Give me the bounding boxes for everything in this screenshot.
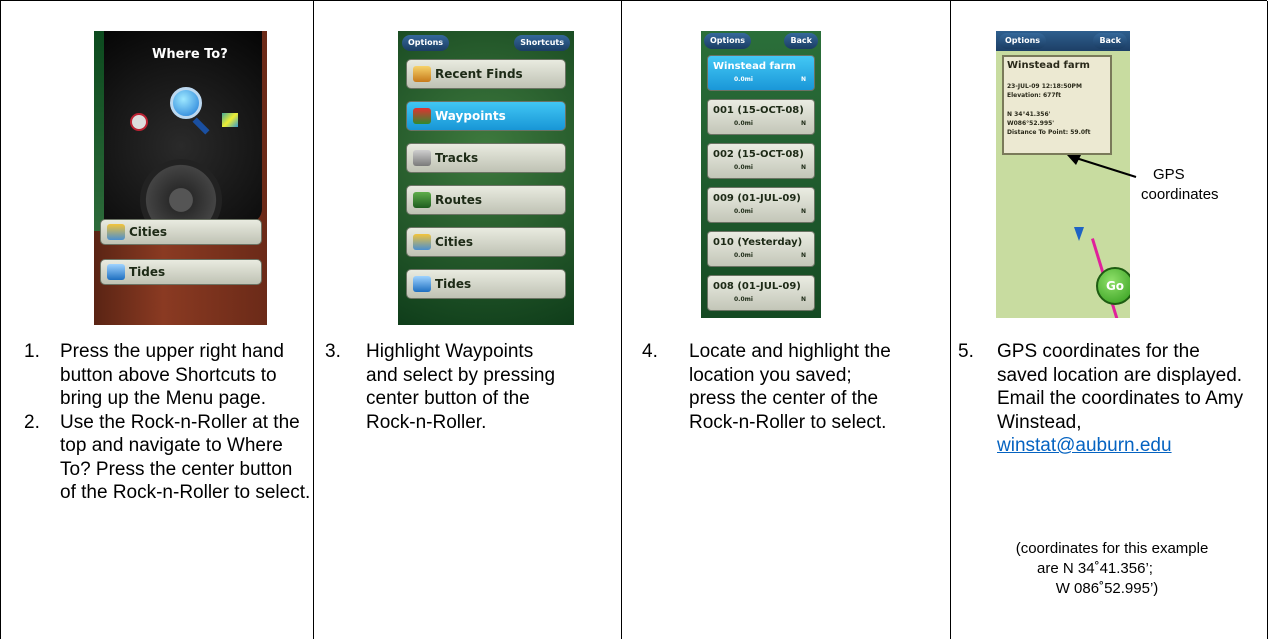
waypoint-distance: 0.0mi [734, 208, 753, 215]
menu-item-cities[interactable]: Cities [100, 219, 262, 245]
callout-label: GPS coordinates [1141, 165, 1267, 205]
step-item: 4. Locate and highlight the location you… [642, 340, 942, 434]
tracks-icon [413, 150, 431, 166]
menu-item-label: Routes [435, 193, 483, 207]
waypoint-name: 002 (15-OCT-08) [713, 149, 804, 160]
menu-item-routes[interactable]: Routes [406, 185, 566, 215]
cities-icon [107, 224, 125, 240]
step-text: Use the Rock-n-Roller at the top and nav… [60, 411, 311, 504]
waypoint-name: 010 (Yesterday) [713, 237, 803, 248]
menu-item-recent-finds[interactable]: Recent Finds [406, 59, 566, 89]
recent-finds-icon [413, 66, 431, 82]
menu-item-label: Tides [129, 265, 166, 279]
screen-title: Where To? [152, 47, 228, 62]
device-screen-waypoints: Options Back Winstead farm 0.0mi N 001 (15-… [701, 31, 821, 318]
cities-icon [413, 234, 431, 250]
step-list-3: 3. Highlight Waypoints and select by pre… [325, 340, 615, 434]
step-item: 1. Press the upper right hand button abo… [15, 340, 311, 411]
step-number: 1. [24, 341, 40, 362]
tides-icon [413, 276, 431, 292]
menu-item-label: Waypoints [435, 109, 506, 123]
step-number: 3. [325, 341, 341, 362]
device-screen-menu: Options Shortcuts Recent Finds Waypoints… [398, 31, 574, 325]
waypoint-row[interactable]: 009 (01-JUL-09) 0.0mi N [707, 187, 815, 223]
callout-line-2: coordinates [1141, 186, 1219, 203]
waypoint-name: 008 (01-JUL-09) [713, 281, 801, 292]
menu-item-label: Tides [435, 277, 472, 291]
menu-item-label: Cities [129, 225, 168, 239]
shortcuts-button[interactable]: Shortcuts [514, 35, 570, 51]
options-button[interactable]: Options [704, 33, 752, 49]
waypoint-name: Winstead farm [713, 61, 796, 72]
instruction-table: Where To? Cities Tides 1. Press the uppe… [0, 0, 1268, 639]
note-line-2: are N 34˚41.356’; [1037, 560, 1153, 577]
waypoint-distance: 0.0mi [734, 120, 753, 127]
step-column-3: Options Back Winstead farm 0.0mi N 001 (15-… [622, 1, 951, 639]
menu-item-label: Tracks [435, 151, 479, 165]
step-item: 3. Highlight Waypoints and select by pre… [325, 340, 615, 434]
step-item: 5. GPS coordinates for the saved locatio… [958, 340, 1263, 458]
waypoint-distance: 0.0mi [734, 296, 753, 303]
waypoint-direction: N [800, 120, 806, 127]
waypoint-row[interactable]: 002 (15-OCT-08) 0.0mi N [707, 143, 815, 179]
menu-item-cities[interactable]: Cities [406, 227, 566, 257]
step-column-1: Where To? Cities Tides 1. Press the uppe… [1, 1, 314, 639]
waypoint-name: 009 (01-JUL-09) [713, 193, 801, 204]
device-screen-where-to: Where To? Cities Tides [94, 31, 267, 325]
waypoint-distance: 0.0mi [734, 164, 753, 171]
step-text: GPS coordinates for the saved location a… [997, 341, 1244, 433]
waypoint-direction: N [800, 208, 806, 215]
menu-item-waypoints[interactable]: Waypoints [406, 101, 566, 131]
gas-icon [130, 113, 148, 131]
step-number: 5. [958, 341, 974, 362]
menu-item-tracks[interactable]: Tracks [406, 143, 566, 173]
step-text: Locate and highlight the location you sa… [689, 341, 891, 433]
waypoint-direction: N [800, 164, 806, 171]
waypoint-row[interactable]: 001 (15-OCT-08) 0.0mi N [707, 99, 815, 135]
routes-icon [413, 192, 431, 208]
step-number: 2. [24, 411, 40, 433]
step-text: Press the upper right hand button above … [60, 341, 284, 409]
menu-item-label: Cities [435, 235, 474, 249]
step-column-2: Options Shortcuts Recent Finds Waypoints… [314, 1, 622, 639]
waypoint-direction: N [800, 296, 806, 303]
waypoint-row[interactable]: Winstead farm 0.0mi N [707, 55, 815, 91]
note-line-3: W 086˚52.995’) [1055, 580, 1159, 597]
tides-icon [107, 264, 125, 280]
waypoint-direction: N [800, 76, 806, 83]
step-list-1: 1. Press the upper right hand button abo… [15, 340, 311, 505]
waypoint-row[interactable]: 010 (Yesterday) 0.0mi N [707, 231, 815, 267]
back-button[interactable]: Back [784, 33, 818, 49]
flag-icon [413, 108, 431, 124]
menu-item-tides[interactable]: Tides [100, 259, 262, 285]
waypoint-distance: 0.0mi [734, 252, 753, 259]
email-link[interactable]: winstat@auburn.edu [997, 435, 1172, 456]
callout-arrow [1067, 155, 1137, 178]
waypoint-distance: 0.0mi [734, 76, 753, 83]
note-line-1: (coordinates for this example [1015, 540, 1209, 557]
callout-line-1: GPS [1153, 166, 1185, 183]
step-text-wrap: GPS coordinates for the saved location a… [997, 340, 1247, 458]
waypoint-row[interactable]: 008 (01-JUL-09) 0.0mi N [707, 275, 815, 311]
coordinates-note: (coordinates for this example are N 34˚4… [951, 539, 1267, 599]
step-item: 2. Use the Rock-n-Roller at the top and … [15, 411, 311, 505]
step-number: 4. [642, 341, 658, 362]
step-text: Highlight Waypoints and select by pressi… [366, 341, 556, 433]
waypoint-direction: N [800, 252, 806, 259]
map-icon [222, 113, 238, 127]
options-button[interactable]: Options [402, 35, 450, 51]
step-list-4: 4. Locate and highlight the location you… [642, 340, 942, 434]
step-list-5: 5. GPS coordinates for the saved locatio… [958, 340, 1263, 458]
menu-item-tides[interactable]: Tides [406, 269, 566, 299]
search-icon [170, 87, 202, 119]
step-column-4: Options Back Winstead farm 23-JUL-09 12:… [951, 1, 1268, 639]
waypoint-name: 001 (15-OCT-08) [713, 105, 804, 116]
menu-item-label: Recent Finds [435, 67, 523, 81]
